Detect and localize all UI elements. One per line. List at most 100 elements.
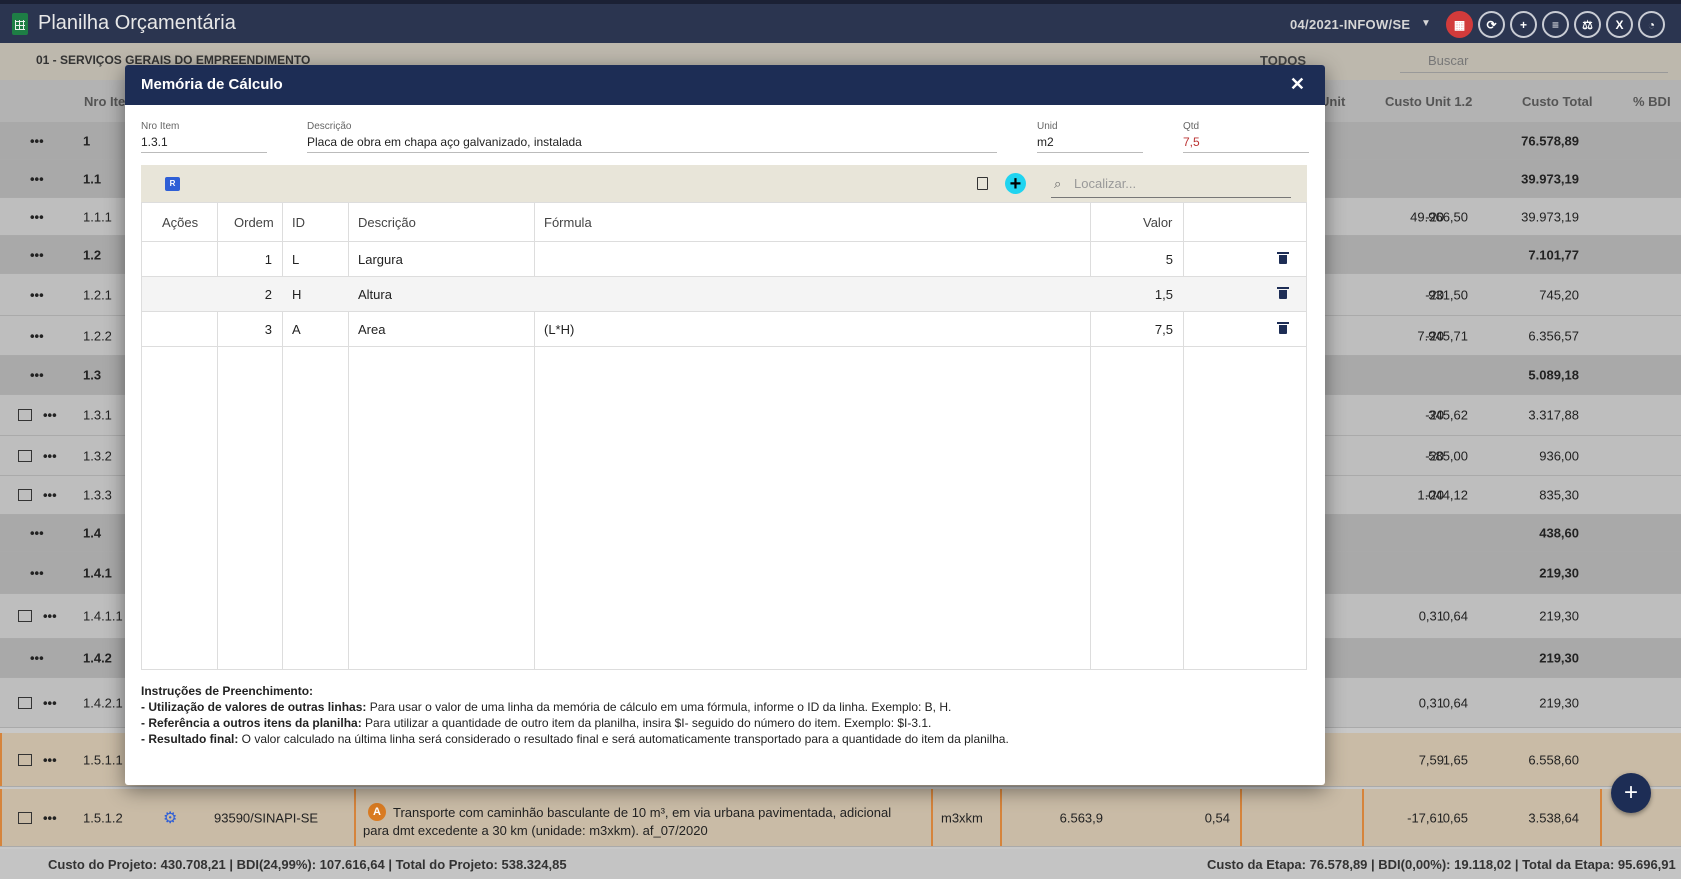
instruction-item: - Referência a outros itens da planilha:…: [141, 716, 932, 730]
grid-toolbar: R + ⌕ Localizar...: [141, 165, 1307, 202]
localizar-input[interactable]: ⌕ Localizar...: [1051, 172, 1291, 198]
more-icon[interactable]: •••: [30, 526, 44, 541]
calculation-memory-dialog: Memória de Cálculo ✕ Nro Item 1.3.1 Desc…: [125, 65, 1325, 785]
nro-item-value[interactable]: 1.3.1: [141, 135, 267, 153]
calc-row[interactable]: 2 H Altura 1,5: [142, 277, 1306, 312]
total-value: 6.558,60: [1528, 752, 1579, 767]
add-fab-button[interactable]: +: [1611, 773, 1651, 813]
period-selector[interactable]: 04/2021-INFOW/SE: [1290, 17, 1410, 32]
composition-unit: m3xkm: [941, 810, 983, 825]
more-icon[interactable]: •••: [30, 209, 44, 224]
item-number: 1.5.1.1: [83, 752, 123, 767]
row-id[interactable]: A: [292, 322, 301, 337]
descricao-value[interactable]: Placa de obra em chapa aço galvanizado, …: [307, 135, 997, 153]
more-icon[interactable]: •••: [30, 368, 44, 383]
row-descricao[interactable]: Altura: [358, 287, 392, 302]
more-icon[interactable]: •••: [30, 328, 44, 343]
instructions: Instruções de Preenchimento: - Utilizaçã…: [141, 683, 1009, 747]
close-icon[interactable]: ✕: [1290, 74, 1305, 95]
search-icon: ⌕: [1054, 176, 1062, 191]
delete-icon[interactable]: [1277, 252, 1289, 264]
excel-export-icon[interactable]: X: [1606, 11, 1633, 38]
more-icon[interactable]: •••: [43, 810, 57, 825]
col-acoes[interactable]: Ações: [162, 215, 198, 230]
more-icon[interactable]: •••: [43, 695, 57, 710]
item-number: 1.4.1: [83, 565, 112, 580]
sheet-search-input[interactable]: Buscar: [1400, 49, 1668, 73]
delete-icon[interactable]: [1277, 322, 1289, 334]
more-icon[interactable]: •••: [30, 565, 44, 580]
open-detail-icon[interactable]: [18, 610, 32, 622]
open-detail-icon[interactable]: [18, 449, 32, 462]
instruction-item: - Resultado final: O valor calculado na …: [141, 732, 1009, 746]
col-total: Custo Total: [1522, 94, 1593, 109]
calculator-icon[interactable]: ▦: [1446, 11, 1473, 38]
col-formula[interactable]: Fórmula: [544, 215, 592, 230]
nro-item-field[interactable]: Nro Item 1.3.1: [141, 121, 267, 153]
item-number: 1.4.1.1: [83, 608, 123, 624]
more-icon[interactable]: •••: [43, 609, 57, 624]
calculation-grid: Ações Ordem ID Descrição Fórmula Valor 1…: [141, 202, 1307, 670]
more-icon[interactable]: •••: [30, 247, 44, 262]
more-icon[interactable]: •••: [30, 133, 44, 148]
more-icon[interactable]: •••: [30, 651, 44, 666]
refresh-icon[interactable]: ⟳: [1478, 11, 1505, 38]
total-value: 39.973,19: [1521, 171, 1579, 186]
open-detail-icon[interactable]: [18, 753, 32, 766]
descricao-field[interactable]: Descrição Placa de obra em chapa aço gal…: [307, 121, 997, 153]
row-valor: 1,5: [1154, 287, 1173, 302]
composition-qty: 6.563,9: [1059, 810, 1103, 825]
more-icon[interactable]: •••: [30, 171, 44, 186]
more-icon[interactable]: •••: [43, 752, 57, 767]
row-id[interactable]: H: [292, 287, 301, 302]
open-detail-icon[interactable]: [18, 409, 32, 421]
total-value: 3.538,64: [1528, 810, 1579, 825]
qtd-value[interactable]: 7,5: [1183, 135, 1309, 153]
composition-price: 0,54: [1204, 810, 1230, 825]
dashboard-icon[interactable]: ◔: [1638, 11, 1665, 38]
row-formula[interactable]: (L*H): [544, 322, 574, 337]
col-id[interactable]: ID: [292, 215, 305, 230]
col-valor[interactable]: Valor: [1143, 215, 1172, 230]
total-value: 219,30: [1539, 695, 1579, 710]
add-circle-icon[interactable]: +: [1510, 11, 1537, 38]
unit12-value: 0,64: [1442, 695, 1468, 710]
delete-icon[interactable]: [1277, 287, 1289, 299]
col-ordem[interactable]: Ordem: [234, 215, 274, 230]
sheet-row-detail[interactable]: ••• 1.5.1.2 ⚙ -17,61 0,65 3.538,64 93590/SINA…: [0, 789, 1681, 847]
unid-field[interactable]: Unid m2: [1037, 121, 1143, 153]
qtd-field[interactable]: Qtd 7,5: [1183, 121, 1309, 153]
report-icon[interactable]: R: [165, 177, 180, 191]
row-ordem: 3: [264, 322, 272, 337]
row-descricao[interactable]: Largura: [358, 252, 403, 267]
row-ordem: 2: [264, 287, 272, 302]
more-icon[interactable]: •••: [43, 488, 57, 503]
item-number: 1.1.1: [83, 209, 112, 224]
open-detail-icon[interactable]: [18, 811, 32, 824]
item-number: 1.4.2.1: [83, 695, 123, 710]
row-ordem: 1: [264, 252, 272, 267]
row-valor: 5: [1165, 252, 1173, 267]
col-unit12: Custo Unit 1.2: [1385, 94, 1473, 109]
col-descricao[interactable]: Descrição: [358, 215, 416, 230]
more-icon[interactable]: •••: [30, 287, 44, 302]
more-icon[interactable]: •••: [43, 448, 57, 463]
balance-icon[interactable]: ⚖: [1574, 11, 1601, 38]
open-detail-icon[interactable]: [18, 696, 32, 709]
descricao-label: Descrição: [307, 121, 352, 132]
calc-row[interactable]: 1 L Largura 5: [142, 242, 1306, 277]
caret-down-icon[interactable]: ▼: [1421, 18, 1431, 29]
item-number: 1.3.1: [83, 407, 112, 423]
row-descricao[interactable]: Area: [358, 322, 385, 337]
composition-icon[interactable]: ⚙: [163, 808, 177, 828]
unid-value[interactable]: m2: [1037, 135, 1143, 153]
calc-row[interactable]: 3 A Area (L*H) 7,5: [142, 312, 1306, 347]
row-id[interactable]: L: [292, 252, 299, 267]
add-row-button[interactable]: +: [1005, 173, 1026, 194]
document-icon[interactable]: [977, 177, 988, 190]
more-icon[interactable]: •••: [43, 408, 57, 423]
sliders-icon[interactable]: ≡: [1542, 11, 1569, 38]
stage-totals: Custo da Etapa: 76.578,89 | BDI(0,00%): …: [1207, 857, 1676, 872]
open-detail-icon[interactable]: [18, 489, 32, 501]
dialog-header: Memória de Cálculo ✕: [125, 65, 1325, 105]
